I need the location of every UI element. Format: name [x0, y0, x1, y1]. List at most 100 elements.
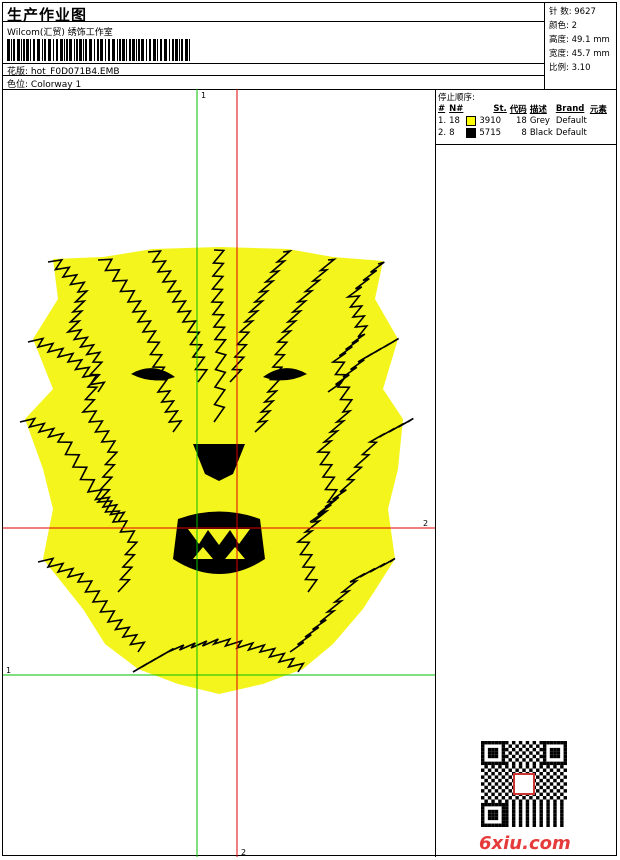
qr-module — [487, 747, 492, 752]
barcode-bar — [64, 39, 65, 61]
stop-sequence-caption: 停止顺序: — [438, 93, 475, 103]
qr-module — [536, 751, 540, 755]
qr-module — [511, 754, 516, 759]
qr-module — [481, 802, 485, 807]
qr-module — [498, 771, 502, 776]
qr-module — [481, 761, 485, 766]
qr-module — [491, 816, 495, 821]
color-swatch — [466, 115, 477, 126]
barcode-bar — [132, 39, 135, 61]
barcode-bar — [21, 39, 22, 61]
qr-module — [532, 820, 537, 824]
divider — [3, 75, 544, 76]
row-index: 1. — [438, 116, 447, 126]
qr-module — [546, 761, 550, 766]
qr-module — [515, 768, 519, 772]
qr-module — [505, 813, 509, 817]
production-sheet: 生产作业图 Wilcom(汇贸) 绣饰工作室 花版: hot_F0D071B4.… — [2, 2, 617, 857]
qr-module — [484, 771, 488, 776]
qr-module — [556, 754, 561, 759]
col-desc: 描述 — [529, 105, 547, 115]
qr-module — [525, 741, 530, 745]
qr-module — [501, 816, 506, 821]
qr-module — [491, 751, 495, 755]
qr-module — [508, 775, 512, 779]
qr-module — [518, 741, 523, 745]
guide-label-red-right: 2 — [423, 519, 428, 528]
qr-module — [484, 792, 488, 797]
qr-module — [560, 761, 564, 766]
qr-module — [501, 741, 506, 745]
barcode-bar — [74, 39, 75, 61]
qr-module — [491, 778, 495, 783]
qr-module — [522, 768, 526, 772]
qr-module — [505, 765, 509, 769]
barcode-bar — [160, 39, 162, 61]
qr-module — [487, 782, 492, 786]
qr-module — [518, 809, 523, 814]
row-element — [590, 115, 610, 127]
qr-module — [539, 809, 543, 814]
row-brand: Default — [555, 128, 587, 138]
qr-module — [505, 802, 509, 807]
barcode-bar — [79, 39, 82, 61]
qr-module — [546, 792, 550, 797]
qr-module — [494, 761, 499, 766]
qr-module — [481, 744, 485, 748]
qr-module — [511, 820, 516, 824]
qr-module — [539, 771, 543, 776]
qr-module — [481, 775, 485, 779]
row-code: 5715 — [479, 128, 502, 138]
qr-module — [525, 816, 530, 821]
qr-module — [532, 823, 537, 827]
qr-module — [553, 761, 557, 766]
qr-module — [491, 761, 495, 766]
qr-module — [491, 754, 495, 759]
qr-module — [511, 747, 516, 752]
qr-module — [494, 789, 499, 793]
header-panel: 生产作业图 Wilcom(汇贸) 绣饰工作室 花版: hot_F0D071B4.… — [3, 3, 544, 90]
qr-module — [518, 802, 523, 807]
qr-module — [553, 754, 557, 759]
qr-module — [511, 741, 516, 745]
qr-module — [487, 816, 492, 821]
barcode-bar — [23, 39, 25, 61]
qr-module — [501, 809, 506, 814]
qr-module — [525, 765, 530, 769]
qr-module — [501, 823, 506, 827]
qr-module — [532, 799, 537, 803]
row-element — [590, 127, 610, 139]
barcode-bar — [136, 39, 137, 61]
qr-module — [546, 823, 550, 827]
color-count: 颜色: 2 — [549, 21, 577, 31]
barcode-bar — [53, 39, 54, 61]
qr-module — [529, 758, 533, 762]
qr-module — [484, 761, 488, 766]
barcode-bar — [105, 39, 106, 61]
design-width: 宽度: 45.7 mm — [549, 49, 610, 59]
qr-module — [511, 761, 516, 766]
barcode-bar — [44, 39, 46, 61]
qr-center-badge — [513, 773, 535, 795]
qr-module — [542, 751, 547, 755]
qr-module — [505, 823, 509, 827]
qr-module — [525, 809, 530, 814]
qr-module — [498, 792, 502, 797]
qr-module — [556, 747, 561, 752]
qr-module — [549, 754, 554, 759]
row-brand: Default — [555, 116, 587, 126]
qr-module — [501, 761, 506, 766]
qr-module — [508, 782, 512, 786]
qr-module — [518, 823, 523, 827]
qr-module — [481, 813, 485, 817]
qr-module — [539, 754, 543, 759]
qr-module — [525, 802, 530, 807]
qr-module — [501, 754, 506, 759]
qr-module — [498, 799, 502, 803]
qr-module — [525, 761, 530, 766]
qr-module — [508, 789, 512, 793]
barcode-bar — [89, 39, 92, 61]
qr-module — [560, 813, 564, 817]
barcode-bar — [138, 39, 140, 61]
qr-module — [549, 741, 554, 745]
